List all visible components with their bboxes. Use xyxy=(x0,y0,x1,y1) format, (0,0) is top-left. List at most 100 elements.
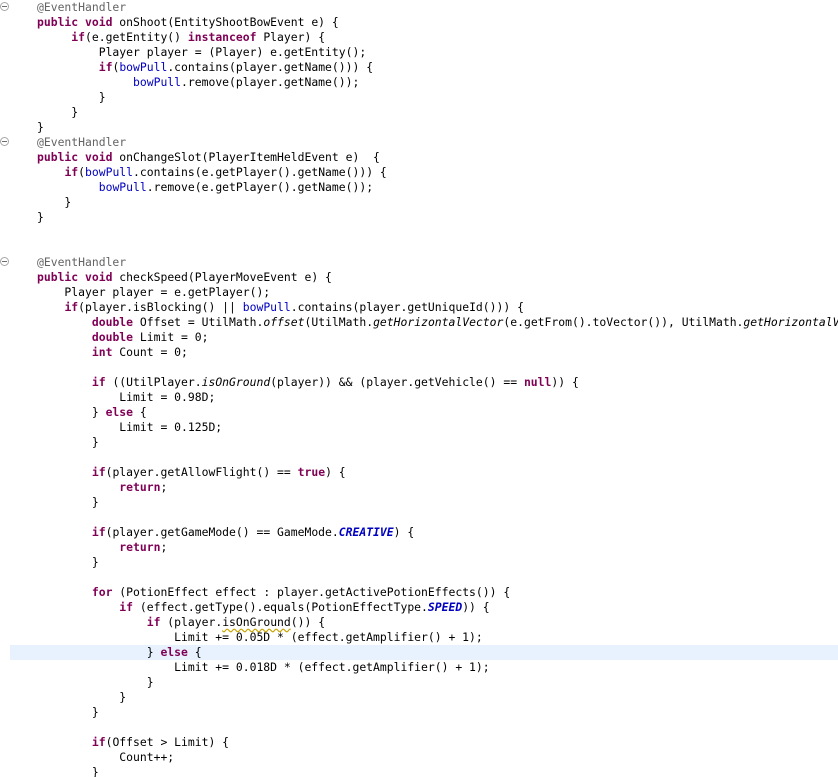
code-line[interactable]: Player player = e.getPlayer(); xyxy=(0,285,838,300)
keyword-token: if xyxy=(64,300,79,314)
code-token: Limit = 0; xyxy=(133,330,209,344)
code-line[interactable]: int Count = 0; xyxy=(0,345,838,360)
code-line[interactable]: if (effect.getType().equals(PotionEffect… xyxy=(0,600,838,615)
code-token: onChangeSlot(PlayerItemHeldEvent e) { xyxy=(112,150,380,164)
code-line[interactable]: @EventHandler xyxy=(0,0,838,15)
code-line[interactable]: Count++; xyxy=(0,750,838,765)
code-line[interactable]: } xyxy=(0,90,838,105)
code-token: (effect.getType().equals(PotionEffectTyp… xyxy=(133,600,428,614)
code-text: } xyxy=(37,90,106,105)
code-line[interactable]: if(player.getAllowFlight() == true) { xyxy=(0,465,838,480)
code-line[interactable]: if (player.isOnGround()) { xyxy=(0,615,838,630)
code-line[interactable]: if(bowPull.contains(e.getPlayer().getNam… xyxy=(0,165,838,180)
keyword-token: double xyxy=(91,330,134,344)
keyword-token: int xyxy=(91,345,113,359)
code-token: Player) { xyxy=(256,30,326,44)
code-line[interactable]: if(bowPull.contains(player.getName())) { xyxy=(0,60,838,75)
code-line[interactable]: } xyxy=(0,675,838,690)
code-token: } xyxy=(37,690,127,704)
code-token: (player)) && (player.getVehicle() == xyxy=(270,375,524,389)
code-text: public void checkSpeed(PlayerMoveEvent e… xyxy=(37,270,332,285)
code-token: Limit += 0.018D * (effect.getAmplifier()… xyxy=(37,660,490,674)
keyword-token: if xyxy=(146,615,161,629)
code-line[interactable]: if(player.getGameMode() == GameMode.CREA… xyxy=(0,525,838,540)
code-text: } xyxy=(37,210,44,225)
fold-toggle-icon[interactable] xyxy=(0,2,9,11)
code-text: Player player = e.getPlayer(); xyxy=(37,285,270,300)
keyword-token: public xyxy=(37,15,79,29)
code-line[interactable]: } else { xyxy=(0,405,838,420)
code-line[interactable]: Limit = 0.125D; xyxy=(0,420,838,435)
code-line[interactable]: public void onChangeSlot(PlayerItemHeldE… xyxy=(0,150,838,165)
code-line[interactable]: Limit += 0.05D * (effect.getAmplifier() … xyxy=(0,630,838,645)
code-token: } xyxy=(37,765,99,777)
fold-toggle-icon[interactable] xyxy=(0,257,9,266)
code-token: ; xyxy=(160,480,168,494)
code-line[interactable]: } xyxy=(0,120,838,135)
code-line[interactable]: } xyxy=(0,210,838,225)
code-token: } xyxy=(37,435,99,449)
code-text: } xyxy=(37,195,71,210)
code-line[interactable]: } xyxy=(0,765,838,777)
code-token: } xyxy=(37,195,72,209)
code-line[interactable]: bowPull.remove(e.getPlayer().getName()); xyxy=(0,180,838,195)
code-line[interactable]: if(e.getEntity() instanceof Player) { xyxy=(0,30,838,45)
code-token: )) { xyxy=(462,600,490,614)
keyword-token: else xyxy=(160,645,188,659)
code-line[interactable]: } xyxy=(0,195,838,210)
code-line[interactable]: for (PotionEffect effect : player.getAct… xyxy=(0,585,838,600)
code-line[interactable]: } xyxy=(0,705,838,720)
code-token: Count++; xyxy=(37,750,175,764)
code-text: @EventHandler xyxy=(37,255,126,270)
static-method-token: isOnGround xyxy=(201,375,271,389)
annotation-token: @EventHandler xyxy=(37,0,127,14)
code-editor[interactable]: @EventHandler public void onShoot(EntityS… xyxy=(0,0,838,777)
code-line[interactable]: return; xyxy=(0,480,838,495)
keyword-token: return xyxy=(119,480,161,494)
code-line[interactable]: if(player.isBlocking() || bowPull.contai… xyxy=(0,300,838,315)
code-text: bowPull.remove(player.getName()); xyxy=(37,75,359,90)
code-line[interactable]: public void checkSpeed(PlayerMoveEvent e… xyxy=(0,270,838,285)
code-line[interactable]: Limit += 0.018D * (effect.getAmplifier()… xyxy=(0,660,838,675)
static-method-token: getHorizontalVector xyxy=(743,315,838,329)
code-token: } xyxy=(37,555,99,569)
code-text: } xyxy=(37,705,99,720)
code-text: } xyxy=(37,495,99,510)
code-line[interactable]: } xyxy=(0,435,838,450)
code-token: { xyxy=(133,405,147,419)
code-line[interactable]: bowPull.remove(player.getName()); xyxy=(0,75,838,90)
fold-toggle-icon[interactable] xyxy=(0,137,9,146)
code-line[interactable]: } xyxy=(0,690,838,705)
code-line[interactable]: if(Offset > Limit) { xyxy=(0,735,838,750)
code-line[interactable]: if ((UtilPlayer.isOnGround(player)) && (… xyxy=(0,375,838,390)
code-token: .contains(player.getUniqueId())) { xyxy=(290,300,524,314)
code-line[interactable]: } xyxy=(0,105,838,120)
code-line[interactable]: @EventHandler xyxy=(0,135,838,150)
code-line[interactable]: } xyxy=(0,495,838,510)
code-line[interactable]: return; xyxy=(0,540,838,555)
code-token: (Offset > Limit) { xyxy=(105,735,230,749)
keyword-token: else xyxy=(105,405,134,419)
code-line[interactable]: double Offset = UtilMath.offset(UtilMath… xyxy=(0,315,838,330)
code-text: if (effect.getType().equals(PotionEffect… xyxy=(37,600,490,615)
code-token: (e.getEntity() xyxy=(85,30,188,44)
code-line[interactable]: Player player = (Player) e.getEntity(); xyxy=(0,45,838,60)
code-line[interactable]: @EventHandler xyxy=(0,255,838,270)
current-code-line[interactable]: } else { xyxy=(10,645,838,660)
code-line[interactable]: Limit = 0.98D; xyxy=(0,390,838,405)
code-text: Limit += 0.018D * (effect.getAmplifier()… xyxy=(37,660,490,675)
code-token: (player.isBlocking() || xyxy=(78,300,243,314)
code-line[interactable]: double Limit = 0; xyxy=(0,330,838,345)
code-line[interactable]: } xyxy=(0,555,838,570)
code-line[interactable]: public void onShoot(EntityShootBowEvent … xyxy=(0,15,838,30)
code-text: } xyxy=(37,120,44,135)
